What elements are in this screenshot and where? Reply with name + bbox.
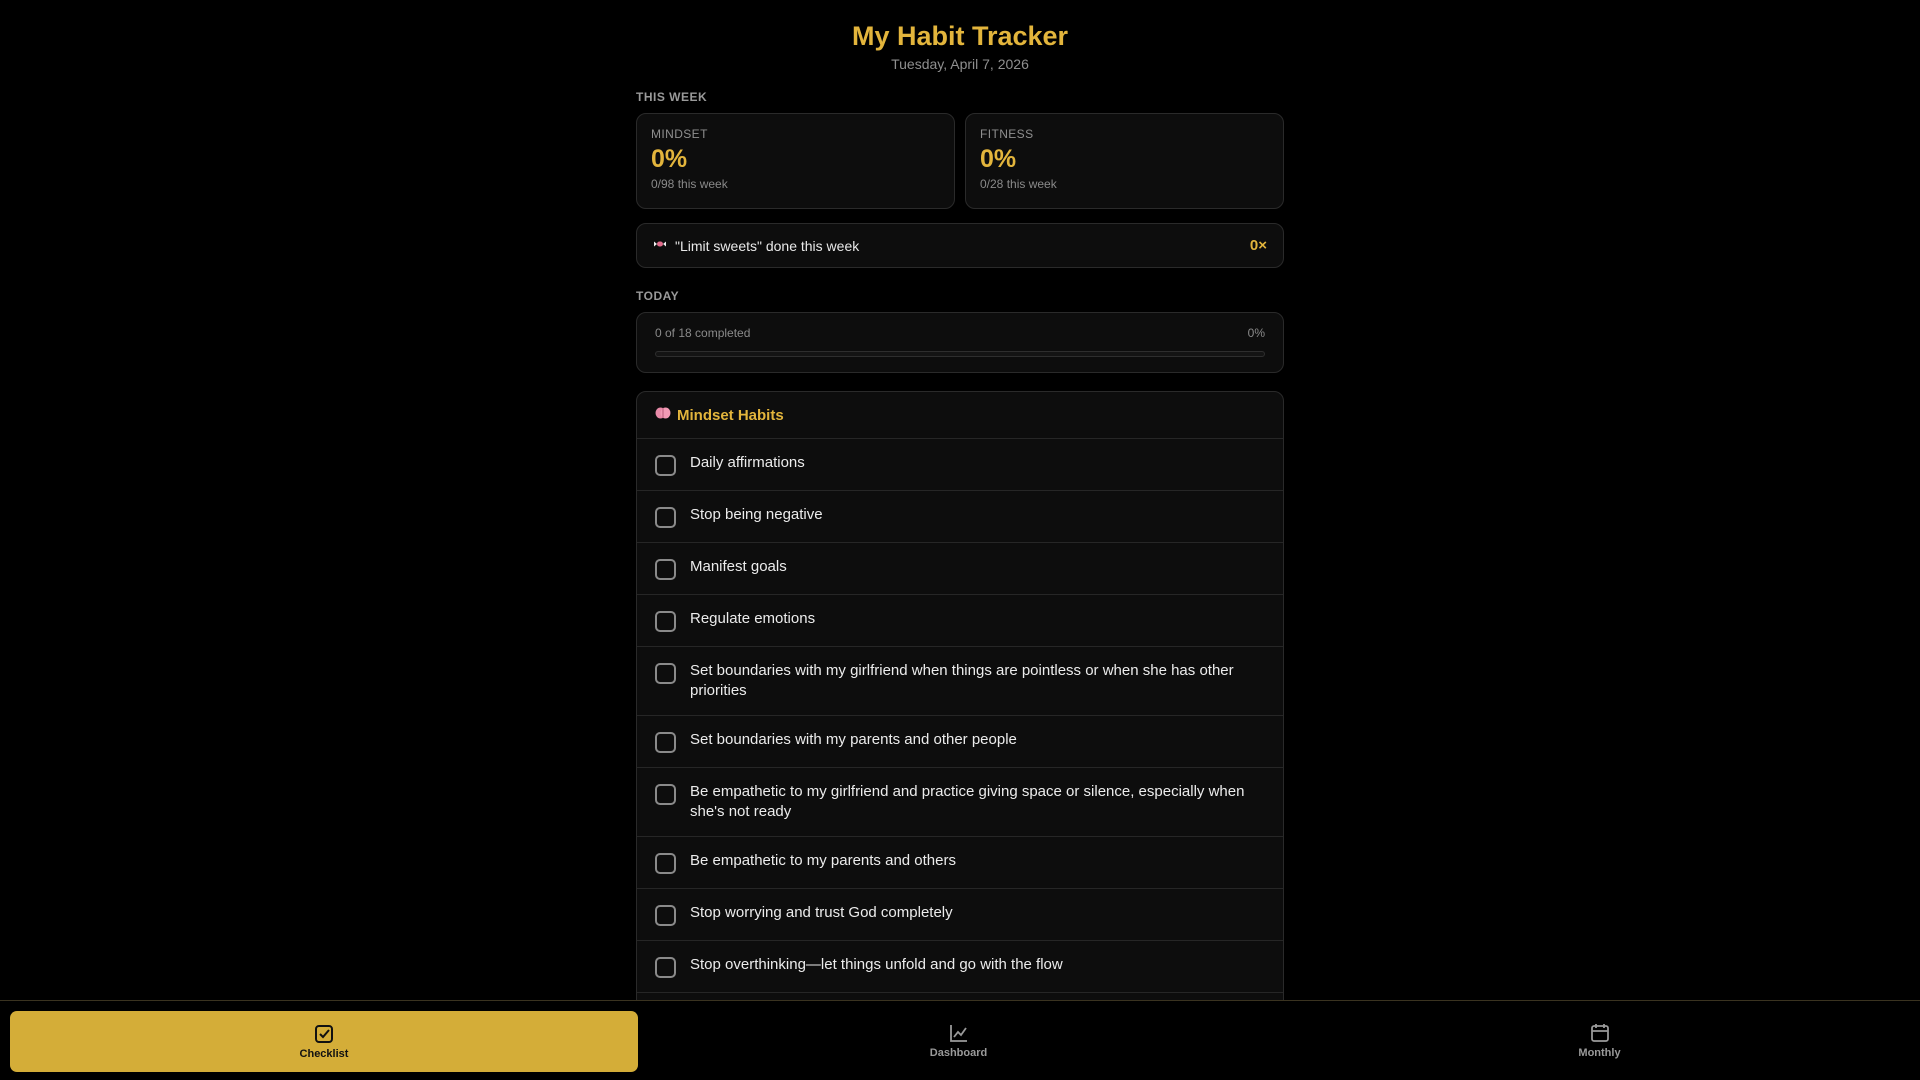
stat-percent: 0%: [980, 145, 1017, 173]
content-column: My Habit Tracker Tuesday, April 7, 2026 …: [636, 0, 1284, 1000]
habit-checkbox[interactable]: [655, 611, 676, 632]
brain-icon: [655, 406, 671, 424]
habit-checkbox[interactable]: [655, 853, 676, 874]
stat-name: MINDSET: [651, 127, 708, 141]
today-progress-card: 0 of 18 completed 0%: [636, 312, 1284, 373]
sweets-left: "Limit sweets" done this week: [653, 237, 859, 254]
habit-row[interactable]: Daily affirmations: [637, 439, 1283, 491]
candy-icon: [653, 237, 667, 254]
current-date: Tuesday, April 7, 2026: [891, 56, 1029, 72]
habit-checkbox[interactable]: [655, 559, 676, 580]
sweets-label: "Limit sweets" done this week: [675, 237, 860, 254]
habit-row[interactable]: Listen to music to relieve stress: [637, 993, 1283, 1000]
habit-checkbox[interactable]: [655, 957, 676, 978]
habit-label: Stop being negative: [690, 506, 823, 523]
habit-label: Daily affirmations: [690, 454, 805, 471]
habit-label: Manifest goals: [690, 558, 787, 575]
habit-label: Stop overthinking—let things unfold and …: [690, 956, 1063, 973]
weekly-stats: MINDSET 0% 0/98 this week FITNESS 0% 0/2…: [636, 113, 1284, 209]
mindset-habits-header: Mindset Habits: [637, 392, 1283, 439]
bottom-nav: Checklist Dashboard Monthly: [0, 1000, 1920, 1080]
habit-checkbox[interactable]: [655, 507, 676, 528]
today-label: TODAY: [636, 289, 680, 303]
nav-label: Dashboard: [929, 1047, 988, 1059]
progress-row: 0 of 18 completed 0%: [655, 326, 1265, 340]
sweets-count: 0×: [1249, 237, 1267, 254]
habit-checkbox[interactable]: [655, 455, 676, 476]
stat-card-fitness: FITNESS 0% 0/28 this week: [965, 113, 1284, 209]
nav-monthly[interactable]: Monthly: [1279, 1001, 1920, 1080]
habit-label: Set boundaries with my parents and other…: [690, 731, 1017, 748]
habit-row[interactable]: Stop worrying and trust God completely: [637, 889, 1283, 941]
habit-row[interactable]: Stop overthinking—let things unfold and …: [637, 941, 1283, 993]
stat-subtext: 0/98 this week: [651, 177, 728, 191]
habit-row[interactable]: Set boundaries with my parents and other…: [637, 716, 1283, 768]
page-title: My Habit Tracker: [851, 21, 1069, 51]
mindset-habits-card: Mindset Habits Daily affirmations Stop be…: [636, 391, 1284, 1000]
habit-checkbox[interactable]: [655, 784, 676, 805]
chart-icon: [949, 1025, 967, 1042]
habit-checkbox[interactable]: [655, 663, 676, 684]
habit-label: Set boundaries with my girlfriend when t…: [690, 662, 1234, 699]
stat-subtext: 0/28 this week: [980, 177, 1057, 191]
habit-row[interactable]: Be empathetic to my parents and others: [637, 837, 1283, 889]
stat-percent: 0%: [651, 145, 688, 173]
nav-label: Monthly: [1578, 1047, 1621, 1059]
limit-sweets-summary: "Limit sweets" done this week 0×: [636, 223, 1284, 268]
habit-label: Be empathetic to my parents and others: [690, 852, 956, 869]
nav-label: Checklist: [299, 1048, 349, 1060]
progress-percent: 0%: [1247, 326, 1265, 340]
habit-row[interactable]: Stop being negative: [637, 491, 1283, 543]
habit-row[interactable]: Manifest goals: [637, 543, 1283, 595]
progress-text: 0 of 18 completed: [655, 326, 751, 340]
habit-row[interactable]: Regulate emotions: [637, 595, 1283, 647]
calendar-icon: [1590, 1024, 1609, 1042]
habit-row[interactable]: Be empathetic to my girlfriend and pract…: [637, 768, 1283, 837]
nav-dashboard[interactable]: Dashboard: [638, 1001, 1279, 1080]
mindset-habits-title: Mindset Habits: [677, 406, 784, 424]
habit-row[interactable]: Set boundaries with my girlfriend when t…: [637, 647, 1283, 716]
habit-checkbox[interactable]: [655, 905, 676, 926]
nav-checklist[interactable]: Checklist: [10, 1011, 638, 1072]
habit-label: Be empathetic to my girlfriend and pract…: [690, 783, 1245, 820]
habit-list: Daily affirmations Stop being negative Man…: [637, 439, 1283, 1000]
habit-checkbox[interactable]: [655, 732, 676, 753]
habit-label: Regulate emotions: [690, 610, 816, 627]
stat-card-mindset: MINDSET 0% 0/98 this week: [636, 113, 955, 209]
checklist-icon: [315, 1025, 333, 1043]
main-scroll-area[interactable]: My Habit Tracker Tuesday, April 7, 2026 …: [0, 0, 1920, 1000]
progress-bar: [655, 351, 1265, 357]
habit-label: Stop worrying and trust God completely: [690, 904, 953, 921]
this-week-label: THIS WEEK: [636, 90, 708, 104]
stat-name: FITNESS: [980, 127, 1034, 141]
